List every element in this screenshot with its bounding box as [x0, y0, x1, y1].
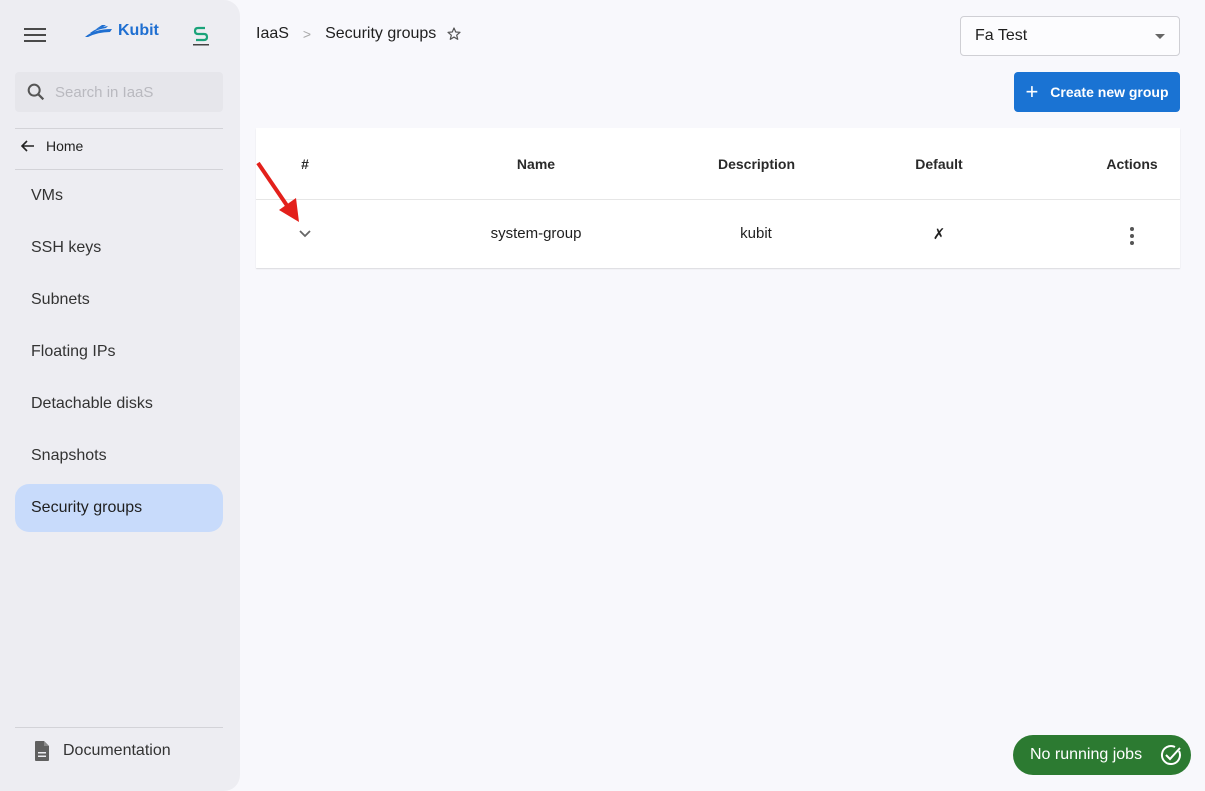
plus-icon: +	[1025, 79, 1039, 104]
sidebar-item-security-groups[interactable]: Security groups	[15, 484, 223, 532]
home-link[interactable]: Home	[20, 138, 83, 154]
jobs-status-pill[interactable]: No running jobs	[1013, 735, 1191, 775]
divider	[15, 727, 223, 728]
boat-icon	[85, 25, 112, 37]
chevron-right-icon: >	[302, 26, 312, 42]
row-actions	[1084, 218, 1180, 249]
table-row: system-group kubit ✗	[256, 200, 1180, 267]
divider	[15, 128, 223, 129]
sidebar-item-detachable-disks[interactable]: Detachable disks	[15, 380, 223, 428]
table-header: # Name Description Default Actions	[256, 128, 1180, 200]
row-description: kubit	[740, 225, 772, 242]
documentation-link[interactable]: Documentation	[33, 740, 171, 762]
sidebar-item-vms[interactable]: VMs	[15, 172, 223, 220]
breadcrumb-current: Security groups	[325, 25, 437, 42]
sidebar-item-ssh-keys[interactable]: SSH keys	[15, 224, 223, 272]
expand-cell	[256, 225, 354, 242]
sidebar-item-floating-ips[interactable]: Floating IPs	[15, 328, 223, 376]
caret-down-icon	[1155, 33, 1165, 39]
breadcrumb-iaas[interactable]: IaaS	[256, 25, 289, 43]
documentation-label: Documentation	[63, 742, 171, 759]
arrow-left-icon	[20, 140, 34, 152]
document-icon	[35, 741, 49, 761]
partner-logo-icon	[193, 26, 209, 46]
more-vert-icon[interactable]	[1126, 223, 1138, 249]
search-input[interactable]	[55, 83, 215, 101]
column-header-default[interactable]: Default	[794, 156, 1084, 172]
sidebar-item-subnets[interactable]: Subnets	[15, 276, 223, 324]
search-field[interactable]	[15, 72, 223, 112]
home-label: Home	[46, 138, 84, 154]
brand-name: Kubit	[118, 22, 159, 39]
divider	[15, 169, 223, 170]
row-name: system-group	[490, 225, 582, 242]
create-new-group-button[interactable]: + Create new group	[1014, 72, 1180, 112]
security-groups-table: # Name Description Default Actions syste…	[256, 128, 1180, 268]
check-circle-icon	[1161, 745, 1181, 765]
column-header-actions: Actions	[1106, 155, 1158, 172]
menu-icon[interactable]	[24, 28, 46, 44]
jobs-status-label: No running jobs	[1030, 746, 1143, 763]
create-new-group-label: Create new group	[1050, 84, 1169, 100]
breadcrumb: IaaS > Security groups	[256, 25, 462, 43]
column-header-description[interactable]: Description	[718, 156, 795, 172]
sidebar: Kubit Home VMs SSH keys Subnets Floating…	[0, 0, 240, 791]
search-icon	[27, 83, 45, 101]
row-default: ✗	[932, 225, 946, 243]
project-select[interactable]: Fa Test	[960, 16, 1180, 56]
chevron-down-icon[interactable]	[298, 228, 312, 238]
column-header-index: #	[301, 155, 309, 172]
sidebar-nav: VMs SSH keys Subnets Floating IPs Detach…	[15, 172, 223, 536]
project-select-value: Fa Test	[975, 27, 1028, 44]
brand-logo[interactable]: Kubit	[84, 22, 159, 40]
star-icon[interactable]	[446, 26, 462, 42]
sidebar-item-snapshots[interactable]: Snapshots	[15, 432, 223, 480]
column-header-name[interactable]: Name	[354, 156, 718, 172]
